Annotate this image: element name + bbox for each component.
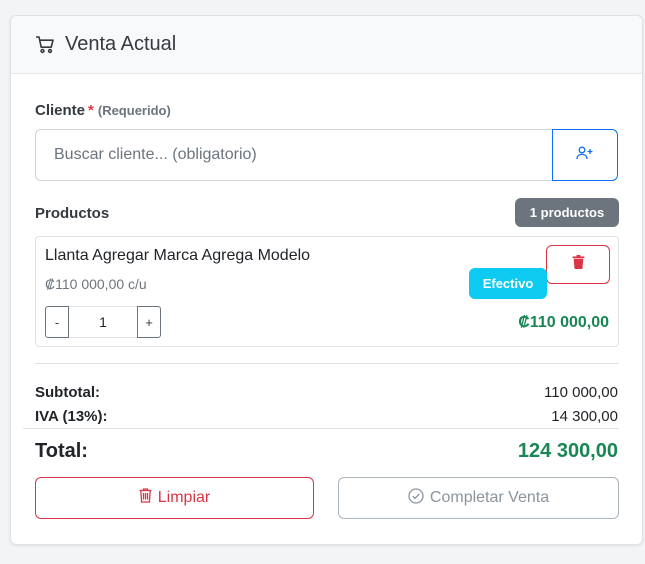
products-label: Productos [35,205,110,222]
complete-sale-label: Completar Venta [429,489,550,506]
product-item: Llanta Agregar Marca Agrega Modelo ₡110 … [35,236,619,347]
iva-value: 14 300,00 [551,408,618,425]
quantity-input[interactable] [69,306,137,338]
product-unit-price: ₡110 000,00 c/u [45,276,147,292]
client-label: Cliente * (Requerido) [35,102,171,119]
required-asterisk: * [88,102,94,119]
add-client-button[interactable] [552,129,618,181]
divider [23,428,619,429]
client-search-input[interactable] [35,129,553,181]
person-plus-icon [576,146,594,165]
required-text: (Requerido) [97,103,171,118]
product-name: Llanta Agregar Marca Agrega Modelo [45,247,311,264]
client-label-text: Cliente [35,102,86,119]
decrease-quantity-button[interactable]: - [45,306,69,338]
product-count-badge: 1 productos [515,198,619,227]
trash-icon [572,255,585,274]
shopping-cart-icon [35,34,57,56]
check-circle-icon [408,487,424,509]
clear-sale-label: Limpiar [157,489,211,506]
divider [35,363,619,364]
increase-quantity-button[interactable]: + [137,306,161,338]
current-sale-card: Venta Actual Cliente*(Requerido) Product… [10,15,643,545]
remove-product-button[interactable] [546,245,610,284]
iva-label: IVA (13%): [35,408,108,425]
payment-method-badge: Efectivo [469,268,547,299]
trash-icon [139,488,152,508]
total-value: 124 300,00 [517,440,618,462]
subtotal-label: Subtotal: [35,384,100,401]
clear-sale-button[interactable]: Limpiar [35,477,314,519]
complete-sale-button[interactable]: Completar Venta [338,477,619,519]
subtotal-value: 110 000,00 [544,384,618,401]
page-title: Venta Actual [65,33,177,55]
product-line-total: ₡110 000,00 [518,314,609,331]
card-header: Venta Actual [11,16,642,74]
total-label: Total: [35,440,88,462]
